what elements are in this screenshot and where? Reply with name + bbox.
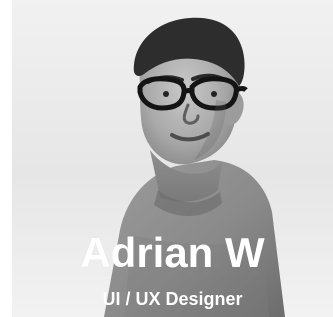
profile-role: UI / UX Designer (102, 289, 243, 309)
profile-name: Adrian W (80, 229, 265, 276)
profile-card: Adrian W UI / UX Designer (12, 0, 333, 317)
